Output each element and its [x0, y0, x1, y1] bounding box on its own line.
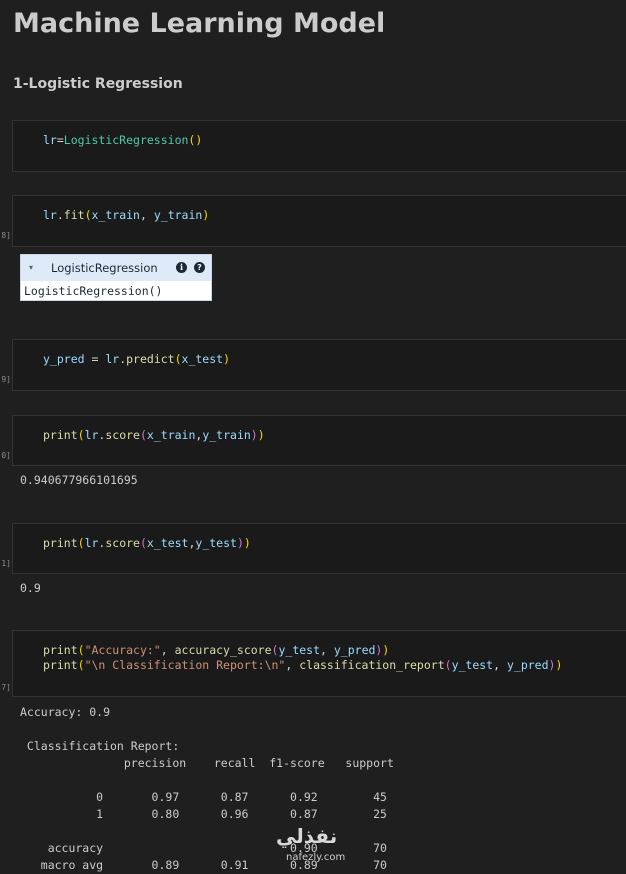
section-heading: 1-Logistic Regression — [13, 76, 183, 92]
code-token: ) — [250, 428, 258, 442]
code-token: lr — [105, 352, 120, 366]
code-cell-4[interactable]: print(lr.score(x_train,y_train)) — [12, 415, 626, 466]
code-token: y_pred — [333, 643, 376, 657]
code-token: ) — [555, 658, 563, 672]
code-token: y_train — [153, 208, 203, 222]
code-editor[interactable]: lr=LogisticRegression() — [43, 133, 202, 148]
code-editor[interactable]: lr.fit(x_train, y_train) — [43, 208, 209, 223]
code-token: ) — [236, 536, 244, 550]
code-token: ) — [382, 643, 390, 657]
code-token: ( — [139, 536, 147, 550]
chevron-down-icon[interactable]: ▾ — [29, 263, 33, 272]
code-token: lr — [84, 536, 99, 550]
code-token: accuracy_score — [174, 643, 272, 657]
execution-count: 8] — [1, 231, 11, 240]
code-cell-2[interactable]: lr.fit(x_train, y_train) — [12, 195, 626, 247]
info-icon[interactable]: i — [176, 262, 187, 273]
code-token: y_pred — [506, 658, 549, 672]
code-token: ( — [77, 536, 85, 550]
code-token: ( — [77, 643, 85, 657]
watermark-logo: نفذلي — [276, 824, 338, 848]
watermark: نفذلي nafezly.com — [276, 824, 356, 868]
code-token: , — [160, 643, 175, 657]
code-token: ( — [77, 658, 85, 672]
code-token: classification_report — [299, 658, 445, 672]
code-token: score — [105, 536, 140, 550]
code-token: ( — [84, 208, 92, 222]
help-icon[interactable]: ? — [194, 262, 205, 273]
code-token: y_test — [278, 643, 321, 657]
code-token: lr — [43, 133, 57, 147]
code-cell-5[interactable]: print(lr.score(x_test,y_test)) — [12, 523, 626, 574]
code-token: lr — [43, 208, 57, 222]
code-token: y_test — [451, 658, 494, 672]
code-token: print — [43, 643, 78, 657]
code-editor[interactable]: print("Accuracy:", accuracy_score(y_test… — [43, 643, 562, 673]
code-token: LogisticRegression — [63, 133, 189, 147]
code-token: "Accuracy:" — [84, 643, 161, 657]
code-token: = — [56, 133, 64, 147]
code-editor[interactable]: print(lr.score(x_train,y_train)) — [43, 428, 265, 443]
code-editor[interactable]: y_pred = lr.predict(x_test) — [43, 352, 230, 367]
code-token: ) — [243, 536, 251, 550]
execution-count: 0] — [1, 451, 11, 460]
execution-count: 9] — [1, 375, 11, 384]
code-token: ) — [202, 208, 210, 222]
code-cell-1[interactable]: lr=LogisticRegression() — [12, 120, 626, 172]
code-token: ( — [77, 428, 85, 442]
execution-count: 7] — [1, 683, 11, 692]
code-token: = — [84, 352, 106, 366]
code-token: y_test — [195, 536, 237, 550]
code-token: ( — [139, 428, 147, 442]
code-token: print — [43, 658, 78, 672]
cell-output: 0.9 — [20, 581, 41, 595]
watermark-url: nafezly.com — [286, 852, 346, 863]
page-title: Machine Learning Model — [13, 8, 386, 39]
code-token: ) — [257, 428, 265, 442]
estimator-repr: LogisticRegression() — [24, 284, 163, 298]
code-token: y_train — [202, 428, 251, 442]
code-token: ( — [174, 352, 182, 366]
code-token: . — [56, 208, 64, 222]
execution-count: 1] — [1, 559, 11, 568]
code-token: x_test — [181, 352, 224, 366]
estimator-widget-header[interactable]: ▾ LogisticRegression i ? — [21, 255, 211, 281]
code-token: lr — [84, 428, 99, 442]
code-token: y_pred — [43, 352, 85, 366]
estimator-name[interactable]: LogisticRegression — [51, 261, 158, 275]
code-token: x_test — [146, 536, 189, 550]
code-editor[interactable]: print(lr.score(x_test,y_test)) — [43, 536, 251, 551]
code-token: x_train — [146, 428, 196, 442]
code-token: fit — [63, 208, 85, 222]
code-token: , — [493, 658, 507, 672]
code-token: () — [188, 133, 203, 147]
code-token: , — [139, 208, 154, 222]
code-token: , — [320, 643, 334, 657]
code-token: print — [43, 536, 78, 550]
code-token: "\n Classification Report:\n" — [84, 658, 286, 672]
code-token: ) — [223, 352, 231, 366]
code-token: ( — [444, 658, 452, 672]
code-token: predict — [126, 352, 175, 366]
code-cell-3[interactable]: y_pred = lr.predict(x_test) — [12, 339, 626, 391]
cell-output: 0.940677966101695 — [20, 473, 138, 487]
code-token: , — [285, 658, 300, 672]
code-token: x_train — [91, 208, 140, 222]
code-token: print — [43, 428, 78, 442]
code-cell-6[interactable]: print("Accuracy:", accuracy_score(y_test… — [12, 630, 626, 697]
code-token: score — [105, 428, 140, 442]
estimator-widget[interactable]: ▾ LogisticRegression i ? LogisticRegress… — [20, 254, 212, 301]
